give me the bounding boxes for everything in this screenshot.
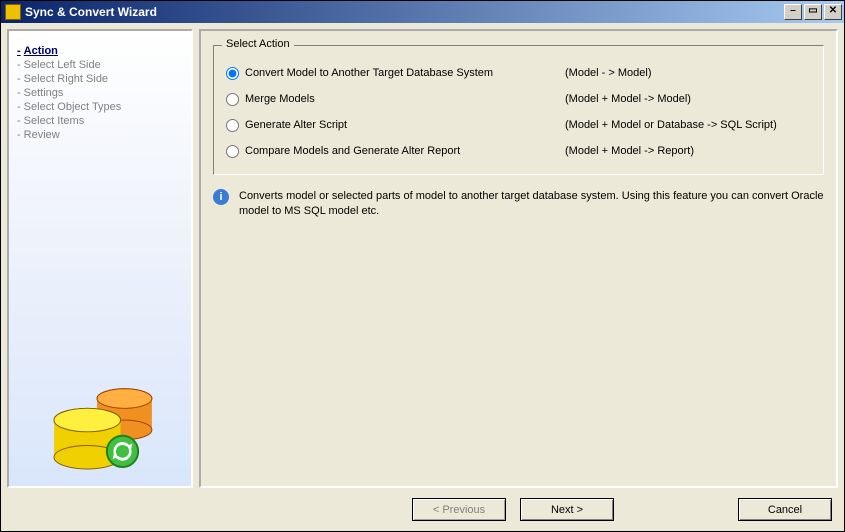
radio-desc: (Model + Model -> Report) — [565, 145, 694, 157]
nav-item-label: Settings — [24, 87, 64, 99]
info-row: i Converts model or selected parts of mo… — [213, 189, 824, 219]
content-panel: Select Action Convert Model to Another T… — [199, 29, 838, 488]
nav-panel: -Action -Select Left Side -Select Right … — [7, 29, 193, 488]
radio-row-merge[interactable]: Merge Models (Model + Model -> Model) — [224, 86, 813, 112]
minimize-button[interactable]: – — [784, 4, 802, 20]
next-button[interactable]: Next > — [520, 498, 614, 521]
info-text: Converts model or selected parts of mode… — [239, 189, 824, 219]
body-area: -Action -Select Left Side -Select Right … — [1, 23, 844, 531]
nav-item-review[interactable]: -Review — [17, 129, 183, 141]
radio-compare-report[interactable] — [226, 145, 239, 158]
window-controls: – ▭ ✕ — [784, 4, 844, 20]
info-icon: i — [213, 189, 229, 205]
nav-item-label: Review — [24, 129, 60, 141]
window-title: Sync & Convert Wizard — [25, 5, 784, 19]
radio-row-convert[interactable]: Convert Model to Another Target Database… — [224, 60, 813, 86]
radio-convert[interactable] — [226, 67, 239, 80]
groupbox-legend: Select Action — [222, 38, 294, 50]
nav-item-select-object-types[interactable]: -Select Object Types — [17, 101, 183, 113]
nav-item-label: Action — [24, 45, 58, 57]
nav-item-settings[interactable]: -Settings — [17, 87, 183, 99]
nav-item-select-left-side[interactable]: -Select Left Side — [17, 59, 183, 71]
nav-item-label: Select Items — [24, 115, 85, 127]
radio-desc: (Model + Model or Database -> SQL Script… — [565, 119, 777, 131]
radio-label: Generate Alter Script — [245, 119, 565, 131]
cancel-button[interactable]: Cancel — [738, 498, 832, 521]
previous-button: < Previous — [412, 498, 506, 521]
maximize-button[interactable]: ▭ — [804, 4, 822, 20]
nav-item-label: Select Right Side — [24, 73, 108, 85]
titlebar: Sync & Convert Wizard – ▭ ✕ — [1, 1, 844, 23]
wizard-window: Sync & Convert Wizard – ▭ ✕ -Action -Sel… — [0, 0, 845, 532]
radio-row-alter-script[interactable]: Generate Alter Script (Model + Model or … — [224, 112, 813, 138]
nav-item-action[interactable]: -Action — [17, 45, 183, 57]
radio-desc: (Model - > Model) — [565, 67, 652, 79]
button-row: < Previous Next > Cancel — [7, 488, 838, 525]
radio-merge[interactable] — [226, 93, 239, 106]
radio-label: Merge Models — [245, 93, 565, 105]
wizard-image — [9, 368, 191, 478]
close-button[interactable]: ✕ — [824, 4, 842, 20]
app-icon — [5, 4, 21, 20]
main-row: -Action -Select Left Side -Select Right … — [7, 29, 838, 488]
nav-item-select-right-side[interactable]: -Select Right Side — [17, 73, 183, 85]
radio-row-compare-report[interactable]: Compare Models and Generate Alter Report… — [224, 138, 813, 164]
radio-alter-script[interactable] — [226, 119, 239, 132]
radio-label: Compare Models and Generate Alter Report — [245, 145, 565, 157]
nav-item-label: Select Object Types — [24, 101, 122, 113]
select-action-groupbox: Select Action Convert Model to Another T… — [213, 45, 824, 175]
nav-item-label: Select Left Side — [24, 59, 101, 71]
radio-desc: (Model + Model -> Model) — [565, 93, 691, 105]
radio-label: Convert Model to Another Target Database… — [245, 67, 565, 79]
nav-item-select-items[interactable]: -Select Items — [17, 115, 183, 127]
